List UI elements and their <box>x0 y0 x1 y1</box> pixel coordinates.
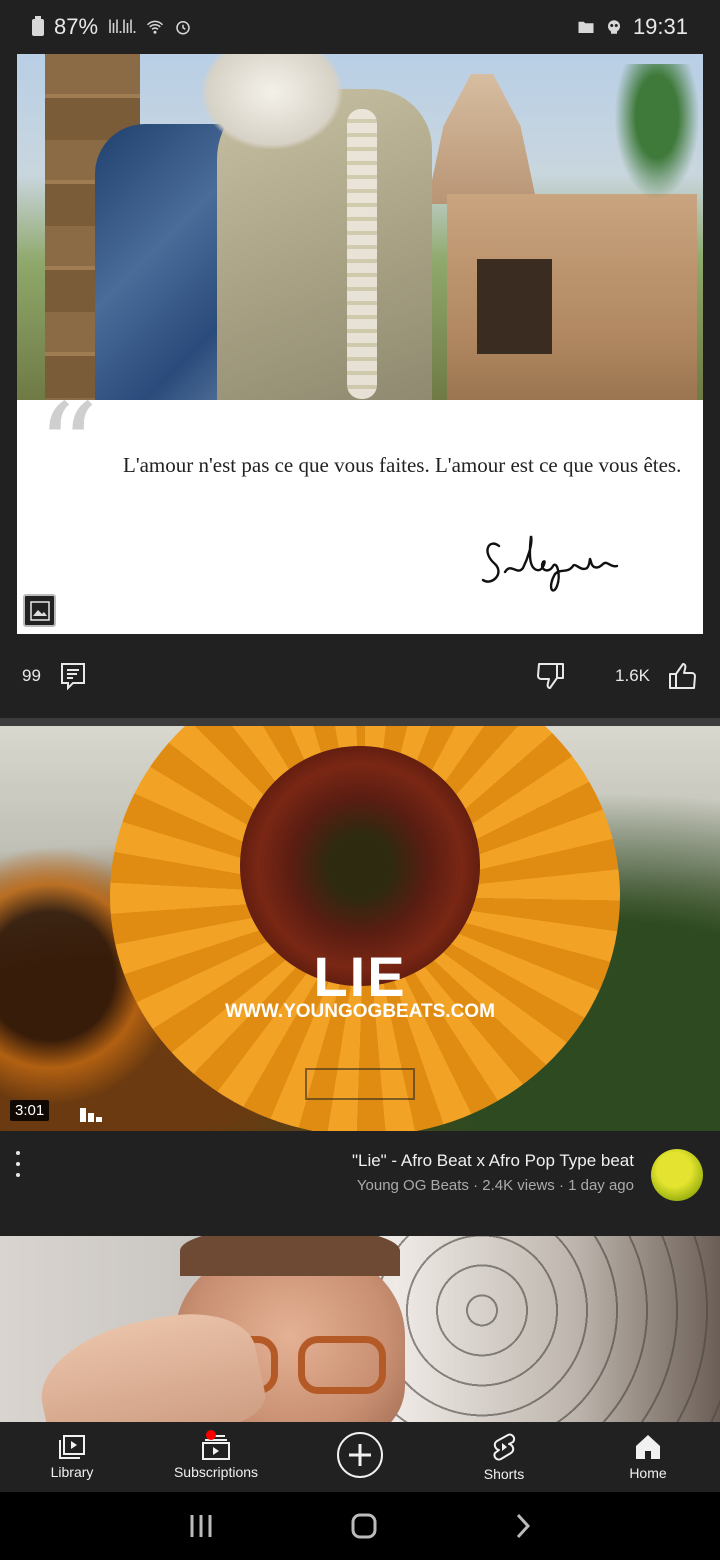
video-title[interactable]: "Lie" - Afro Beat x Afro Pop Type beat <box>352 1151 634 1171</box>
like-button[interactable] <box>666 661 698 691</box>
create-icon <box>337 1432 383 1478</box>
quote-text: L'amour n'est pas ce que vous faites. L'… <box>123 453 682 477</box>
home-icon <box>636 1435 660 1459</box>
battery-percent: 87% <box>54 14 99 39</box>
alarm-icon <box>176 21 190 35</box>
nav-library[interactable]: Library <box>0 1422 144 1492</box>
audio-bars-icon <box>80 1108 102 1122</box>
nav-subscriptions[interactable]: Subscriptions <box>144 1422 288 1492</box>
status-bar: 87% lıl.lıl. 19:31 <box>0 0 720 54</box>
recent-apps-button[interactable] <box>187 1513 215 1539</box>
library-icon <box>59 1435 85 1459</box>
app-notification-icon <box>607 20 620 34</box>
nav-library-label: Library <box>50 1464 94 1480</box>
bottom-navigation: Library Subscriptions Shorts Home <box>0 1422 720 1492</box>
nav-home-label: Home <box>629 1465 667 1481</box>
video-info[interactable]: "Lie" - Afro Beat x Afro Pop Type beat Y… <box>0 1131 720 1236</box>
like-count: 1.6K <box>615 666 650 685</box>
nav-shorts[interactable]: Shorts <box>432 1422 576 1492</box>
section-divider <box>0 718 720 726</box>
back-button[interactable] <box>513 1512 533 1540</box>
wifi-icon <box>147 20 164 34</box>
post-photo <box>17 54 703 400</box>
comment-icon[interactable] <box>59 661 87 691</box>
channel-avatar[interactable] <box>651 1149 703 1201</box>
video-thumbnail-2[interactable] <box>0 1236 720 1422</box>
nav-create[interactable] <box>288 1422 432 1492</box>
nav-home[interactable]: Home <box>576 1422 720 1492</box>
thumbnail-url: WWW.YOUNGOGBEATS.COM <box>225 1001 495 1022</box>
more-options-button[interactable] <box>10 1151 26 1177</box>
dislike-button[interactable] <box>535 661 567 691</box>
nav-subscriptions-label: Subscriptions <box>173 1464 259 1480</box>
home-button[interactable] <box>350 1512 378 1540</box>
video-thumbnail[interactable]: LIE WWW.YOUNGOGBEATS.COM 3:01 <box>0 726 720 1131</box>
video-duration: 3:01 <box>10 1100 50 1121</box>
shorts-icon <box>493 1433 516 1461</box>
battery-icon <box>32 15 44 36</box>
system-navigation <box>0 1492 720 1560</box>
subscriptions-icon <box>202 1435 230 1460</box>
rating-badge <box>305 1068 415 1100</box>
video-metadata: Young OG Beats · 2.4K views · 1 day ago <box>356 1177 634 1194</box>
clock: 19:31 <box>632 14 688 39</box>
signature <box>481 535 619 592</box>
signal-icon: lıl.lıl. <box>108 16 137 37</box>
quote-mark-icon: “ <box>37 379 99 518</box>
notification-dot <box>206 1430 216 1440</box>
folder-icon <box>578 21 594 33</box>
image-icon <box>23 594 56 627</box>
comment-count: 99 <box>22 666 41 685</box>
post-image[interactable]: “ L'amour n'est pas ce que vous faites. … <box>17 54 703 634</box>
nav-shorts-label: Shorts <box>483 1466 525 1482</box>
post-actions: 99 1.6K <box>0 634 720 718</box>
thumbnail-title: LIE <box>313 945 407 1008</box>
